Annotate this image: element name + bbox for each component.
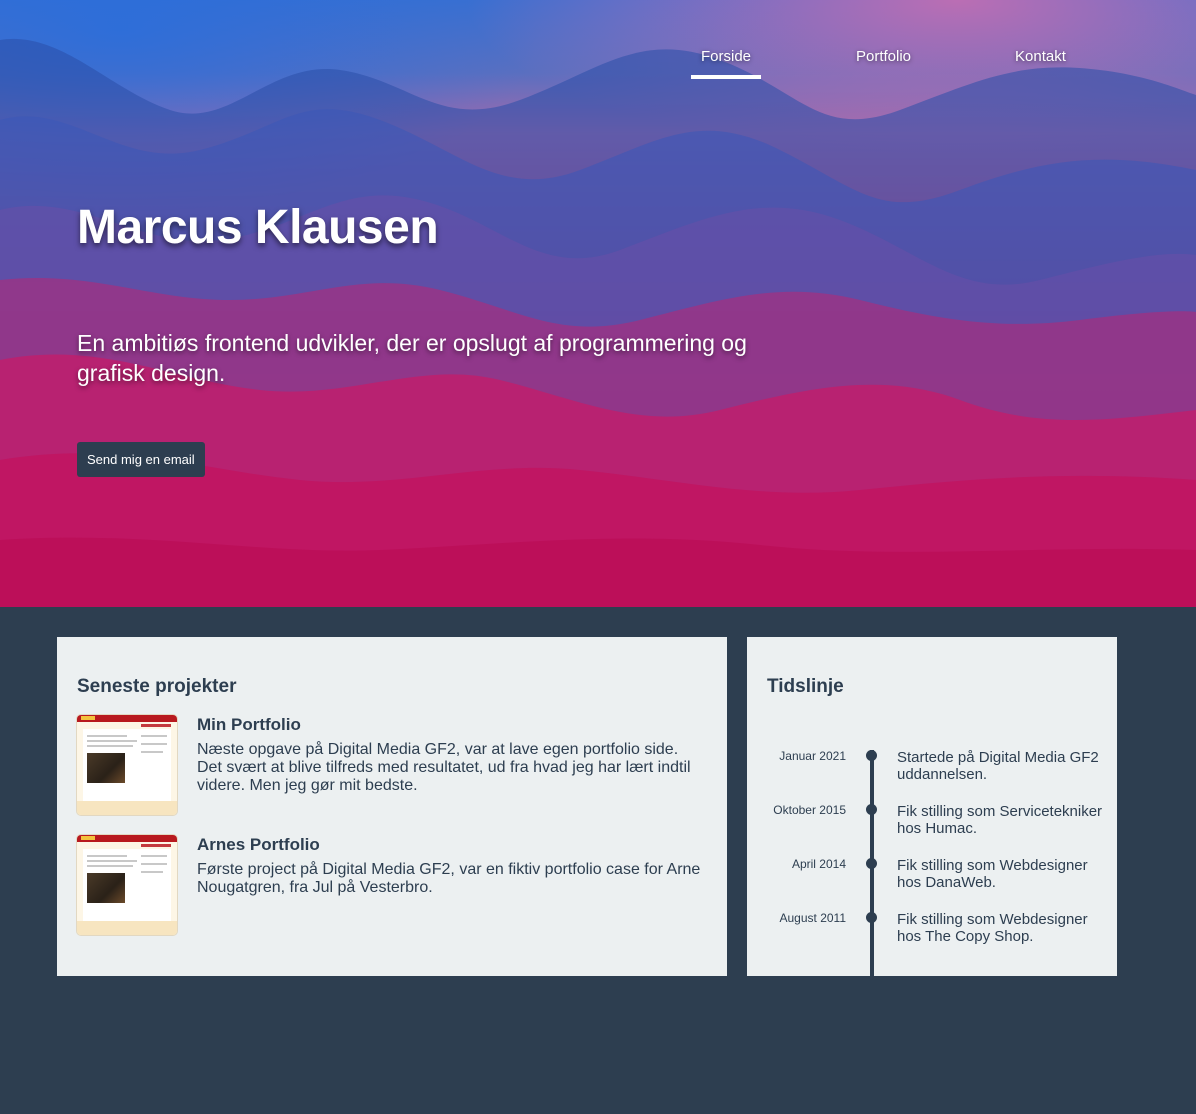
nav-item-forside[interactable]: Forside bbox=[690, 48, 762, 79]
timeline-dot bbox=[866, 912, 877, 923]
timeline-entry: Januar 2021 Startede på Digital Media GF… bbox=[747, 749, 1117, 789]
nav-item-kontakt[interactable]: Kontakt bbox=[1015, 48, 1066, 65]
timeline-dot bbox=[866, 750, 877, 761]
timeline-dot bbox=[866, 858, 877, 869]
hero-title: Marcus Klausen bbox=[77, 201, 439, 254]
project-thumbnail[interactable] bbox=[77, 715, 177, 815]
timeline-text: Fik stilling som Webdesigner hos The Cop… bbox=[897, 911, 1088, 945]
project-description: Næste opgave på Digital Media GF2, var a… bbox=[197, 741, 691, 794]
hero-section: Forside Portfolio Kontakt Marcus Klausen… bbox=[0, 0, 1196, 607]
projects-heading: Seneste projekter bbox=[77, 676, 237, 697]
thumbnail-photo bbox=[87, 873, 125, 903]
timeline-entry: April 2014 Fik stilling som Webdesigner … bbox=[747, 857, 1117, 897]
send-email-button[interactable]: Send mig en email bbox=[77, 442, 205, 477]
timeline-date: August 2011 bbox=[779, 911, 847, 925]
project-thumbnail[interactable] bbox=[77, 835, 177, 935]
timeline-card: Tidslinje Januar 2021 Startede på Digita… bbox=[747, 637, 1117, 976]
nav-item-portfolio[interactable]: Portfolio bbox=[856, 48, 911, 65]
timeline-date: Oktober 2015 bbox=[773, 803, 846, 817]
project-title[interactable]: Min Portfolio bbox=[197, 715, 301, 735]
project-description: Første project på Digital Media GF2, var… bbox=[197, 861, 701, 896]
timeline-date: Januar 2021 bbox=[779, 749, 846, 763]
timeline-heading: Tidslinje bbox=[767, 676, 844, 697]
timeline-text: Fik stilling som Servicetekniker hos Hum… bbox=[897, 803, 1103, 837]
timeline-text: Fik stilling som Webdesigner hos DanaWeb… bbox=[897, 857, 1088, 891]
timeline-text: Startede på Digital Media GF2 uddannelse… bbox=[897, 749, 1099, 783]
hero-background-waves bbox=[0, 38, 1196, 607]
timeline-date: April 2014 bbox=[791, 857, 846, 871]
project-title[interactable]: Arnes Portfolio bbox=[197, 835, 320, 855]
timeline-entry: August 2011 Fik stilling som Webdesigner… bbox=[747, 911, 1117, 951]
thumbnail-photo bbox=[87, 753, 125, 783]
hero-subtitle: En ambitiøs frontend udvikler, der er op… bbox=[77, 330, 747, 386]
projects-card: Seneste projekter Min Portfolio Næste op… bbox=[57, 637, 727, 976]
timeline-dot bbox=[866, 804, 877, 815]
timeline-entry: Oktober 2015 Fik stilling som Servicetek… bbox=[747, 803, 1117, 843]
